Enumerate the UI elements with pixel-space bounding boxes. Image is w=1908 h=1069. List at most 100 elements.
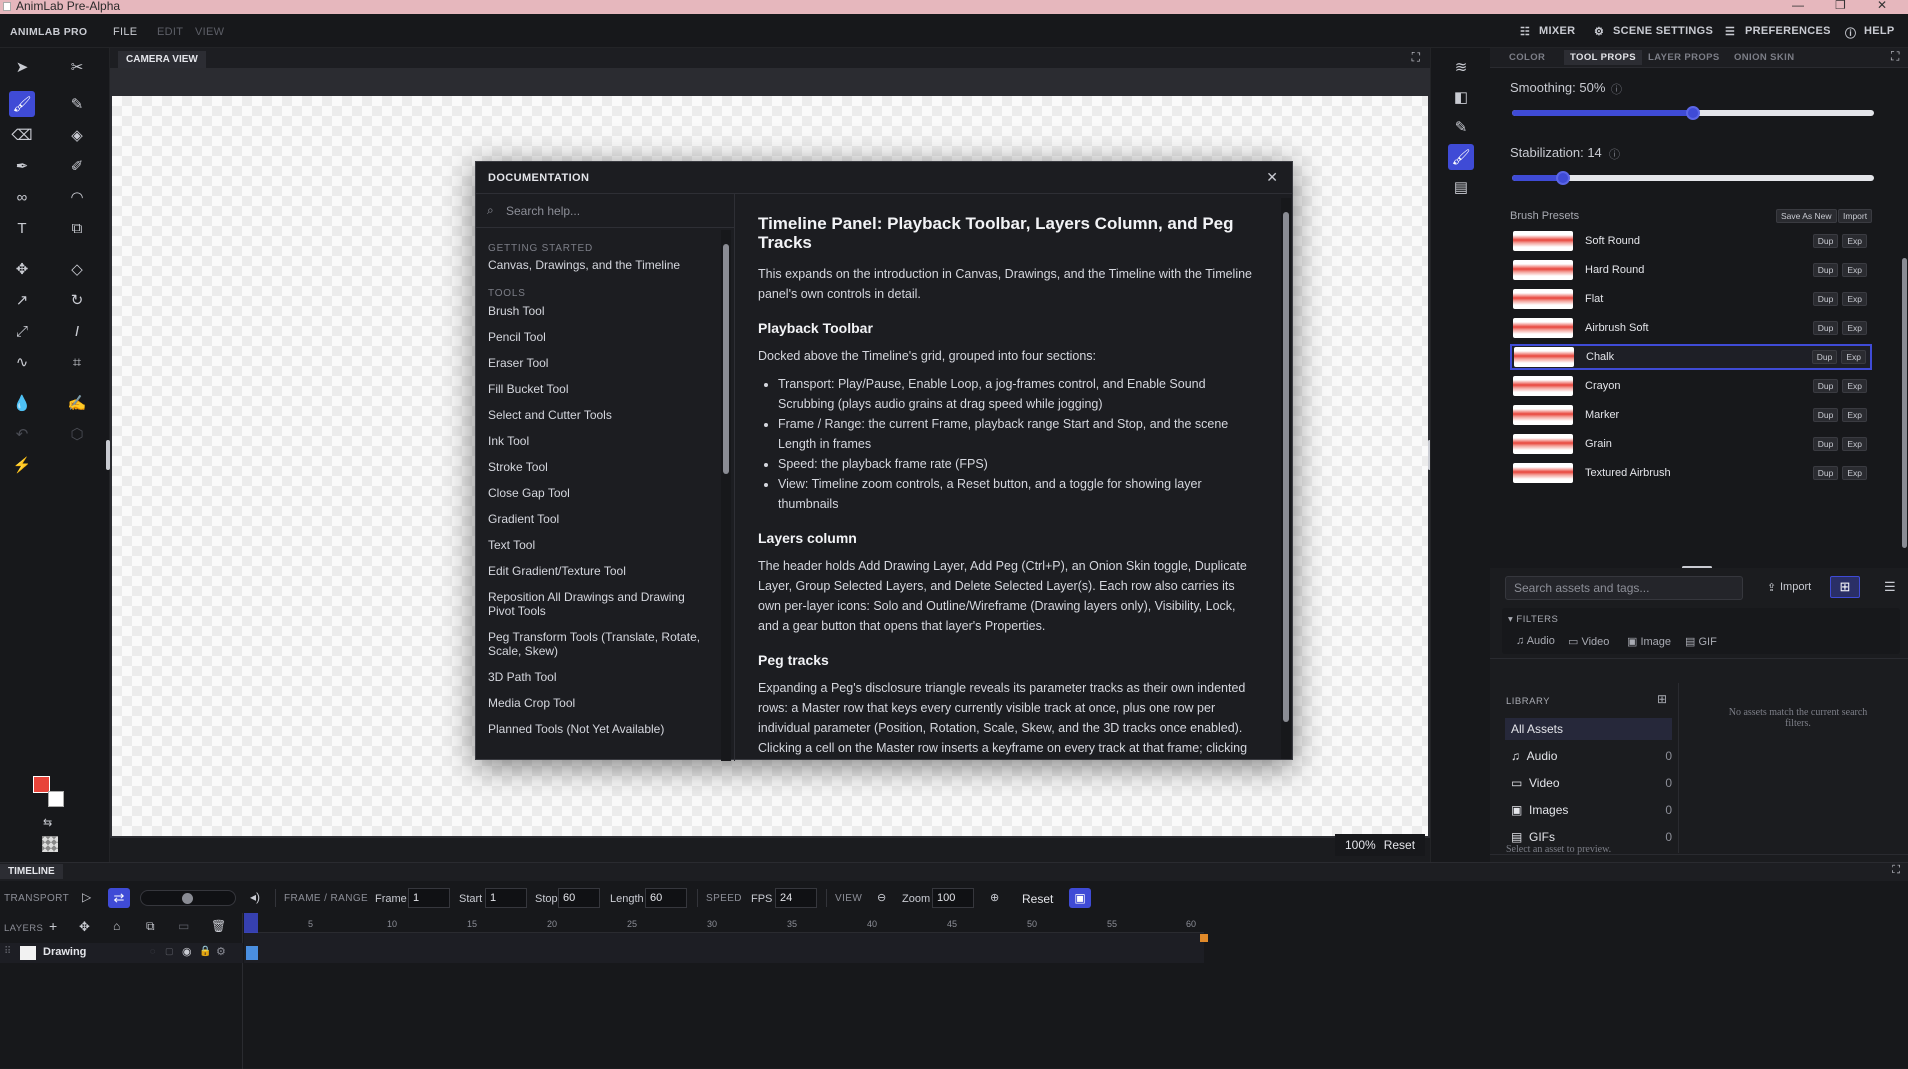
select-arrow-icon[interactable]: ➤ xyxy=(9,54,35,80)
library-item-images[interactable]: ▣ Images 0 xyxy=(1505,799,1672,821)
swap-colors-icon[interactable]: ⇆ xyxy=(43,816,52,829)
range-end-marker[interactable] xyxy=(1200,934,1208,942)
new-folder-icon[interactable]: ⊞ xyxy=(1657,692,1667,706)
fill-bucket-icon[interactable]: ◈ xyxy=(64,122,90,148)
save-as-new-button[interactable]: Save As New xyxy=(1776,209,1837,223)
drag-handle-icon[interactable]: ⠿ xyxy=(4,946,11,957)
group-layers-icon[interactable]: ▭ xyxy=(178,919,189,933)
menu-view[interactable]: VIEW xyxy=(195,26,224,38)
library-item-audio[interactable]: ♫ Audio 0 xyxy=(1505,745,1672,767)
exp-button[interactable]: Exp xyxy=(1842,292,1867,306)
filter-audio[interactable]: ♫ Audio xyxy=(1516,635,1555,647)
playhead[interactable] xyxy=(244,913,258,933)
rotate-icon[interactable]: ↻ xyxy=(64,287,90,313)
exp-button[interactable]: Exp xyxy=(1842,466,1867,480)
preset-item[interactable]: Hard Round Dup Exp xyxy=(1510,257,1872,283)
content-scrollbar[interactable] xyxy=(1281,198,1291,759)
content-scroll-thumb[interactable] xyxy=(1283,212,1289,722)
props-scroll-thumb[interactable] xyxy=(1902,258,1907,548)
brush-tool-icon[interactable]: 🖌 xyxy=(9,91,35,117)
fps-input[interactable] xyxy=(775,888,817,908)
nav-item-tool[interactable]: Media Crop Tool xyxy=(488,696,713,710)
exp-button[interactable]: Exp xyxy=(1842,379,1867,393)
thumbnails-toggle-icon[interactable]: ▣ xyxy=(1069,888,1091,908)
visibility-eye-icon[interactable]: ◉ xyxy=(182,945,192,958)
shapes-icon[interactable]: ⧉ xyxy=(64,215,90,241)
filter-gif[interactable]: ▤ GIF xyxy=(1685,635,1717,648)
preset-item[interactable]: Flat Dup Exp xyxy=(1510,286,1872,312)
nav-item-tool[interactable]: Eraser Tool xyxy=(488,356,713,370)
preset-item[interactable]: Crayon Dup Exp xyxy=(1510,373,1872,399)
dup-button[interactable]: Dup xyxy=(1811,350,1838,364)
filters-label[interactable]: ▾ FILTERS xyxy=(1508,614,1558,625)
transparent-color-icon[interactable] xyxy=(42,836,58,852)
text-tool-icon[interactable]: T xyxy=(9,215,35,241)
preset-item[interactable]: Textured Airbrush Dup Exp xyxy=(1510,460,1872,486)
zoom-out-icon[interactable]: ⊖ xyxy=(877,891,886,904)
nav-item-canvas[interactable]: Canvas, Drawings, and the Timeline xyxy=(488,258,713,272)
nav-item-tool[interactable]: Ink Tool xyxy=(488,434,713,448)
exp-button[interactable]: Exp xyxy=(1842,321,1867,335)
stabilization-slider-knob[interactable] xyxy=(1555,171,1570,185)
start-input[interactable] xyxy=(485,888,527,908)
skew-icon[interactable]: I xyxy=(64,318,90,344)
expand-panel-icon[interactable]: ⛶ xyxy=(1891,49,1899,64)
preset-item[interactable]: Marker Dup Exp xyxy=(1510,402,1872,428)
sound-scrub-icon[interactable]: ◂) xyxy=(250,890,260,904)
list-view-icon[interactable]: ☰ xyxy=(1884,579,1896,595)
exp-button[interactable]: Exp xyxy=(1842,234,1867,248)
smoothing-slider[interactable] xyxy=(1512,106,1874,120)
canvas-zoom-reset-button[interactable]: Reset xyxy=(1384,838,1415,852)
asset-import-button[interactable]: Import xyxy=(1780,581,1811,593)
nav-item-tool[interactable]: Reposition All Drawings and Drawing Pivo… xyxy=(488,590,713,618)
brush-props-icon[interactable]: 🖌 xyxy=(1448,144,1474,170)
delete-layer-icon[interactable]: 🗑 xyxy=(211,919,226,933)
library-item-video[interactable]: ▭ Video 0 xyxy=(1505,772,1672,794)
asset-search-input[interactable] xyxy=(1505,576,1743,600)
zoom-in-icon[interactable]: ⊕ xyxy=(990,891,999,904)
nav-item-tool[interactable]: Pencil Tool xyxy=(488,330,713,344)
left-panel-resize-handle[interactable] xyxy=(106,440,110,470)
stop-input[interactable] xyxy=(558,888,600,908)
layer-name[interactable]: Drawing xyxy=(43,946,86,958)
nav-item-tool[interactable]: Edit Gradient/Texture Tool xyxy=(488,564,713,578)
range-bar[interactable] xyxy=(244,933,1204,943)
expand-camera-icon[interactable]: ⛶ xyxy=(1412,50,1420,65)
tab-onion-skin[interactable]: ONION SKIN xyxy=(1734,52,1794,63)
crop-icon[interactable]: ⌗ xyxy=(64,349,90,375)
layer-gear-icon[interactable]: ⚙ xyxy=(216,945,226,958)
tab-camera-view[interactable]: CAMERA VIEW xyxy=(118,51,206,68)
jog-frames-control[interactable] xyxy=(140,890,236,906)
nav-item-tool[interactable]: Fill Bucket Tool xyxy=(488,382,713,396)
nav-item-tool[interactable]: Text Tool xyxy=(488,538,713,552)
duplicate-layer-icon[interactable]: ⧉ xyxy=(146,919,155,934)
dup-button[interactable]: Dup xyxy=(1812,379,1839,393)
keyframe-cell[interactable] xyxy=(246,946,258,960)
dup-button[interactable]: Dup xyxy=(1812,466,1839,480)
pivot-icon[interactable]: ◇ xyxy=(64,256,90,282)
layer-track[interactable] xyxy=(244,943,1204,963)
library-icon[interactable]: ▤ xyxy=(1448,174,1474,200)
translate-icon[interactable]: ↗ xyxy=(9,287,35,313)
nav-item-tool[interactable]: Brush Tool xyxy=(488,304,713,318)
exp-button[interactable]: Exp xyxy=(1842,263,1867,277)
close-dialog-button[interactable]: ✕ xyxy=(1266,169,1278,186)
exp-button[interactable]: Exp xyxy=(1842,437,1867,451)
length-input[interactable] xyxy=(645,888,687,908)
timeline-reset-button[interactable]: Reset xyxy=(1022,892,1053,906)
layers-stack-icon[interactable]: ≋ xyxy=(1448,54,1474,80)
outline-icon[interactable]: ▢ xyxy=(165,946,174,957)
gradient-tool-icon[interactable]: ◠ xyxy=(64,184,90,210)
frame-input[interactable] xyxy=(408,888,450,908)
jog-knob[interactable] xyxy=(182,893,193,904)
zoom-input[interactable] xyxy=(932,888,974,908)
exp-button[interactable]: Exp xyxy=(1842,408,1867,422)
dup-button[interactable]: Dup xyxy=(1812,263,1839,277)
filter-video[interactable]: ▭ Video xyxy=(1568,635,1609,648)
preset-item[interactable]: Airbrush Soft Dup Exp xyxy=(1510,315,1872,341)
close-gap-link-icon[interactable]: ∞ xyxy=(9,184,35,210)
grid-view-icon[interactable]: ⊞ xyxy=(1830,576,1860,598)
pencil-tool-icon[interactable]: ✎ xyxy=(64,91,90,117)
tab-tool-props[interactable]: TOOL PROPS xyxy=(1564,50,1642,65)
onion-skin-icon[interactable]: ⌂ xyxy=(113,919,120,933)
